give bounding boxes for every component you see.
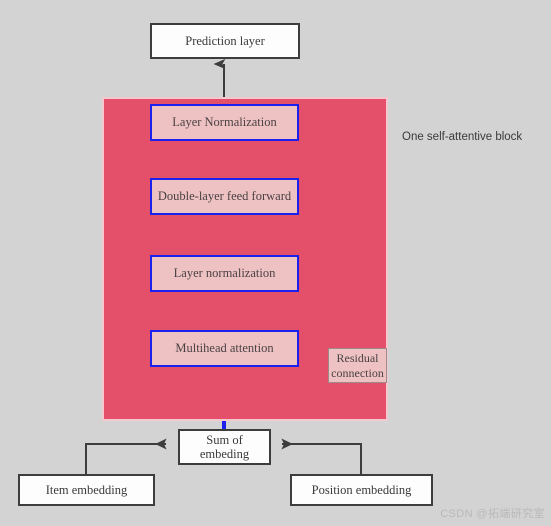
sum-of-embedding-line-1: Sum of <box>206 432 243 447</box>
node-double-layer-feed-forward[interactable]: Double-layer feed forward <box>150 178 299 215</box>
node-multihead-attention[interactable]: Multihead attention <box>150 330 299 367</box>
node-multihead-attention-label: Multihead attention <box>175 341 274 356</box>
edge-position-embedding-to-sum <box>281 438 362 474</box>
watermark: CSDN @拓端研究室 <box>440 508 545 520</box>
residual-connection-line-1: Residual <box>336 350 379 365</box>
node-double-layer-feed-forward-label: Double-layer feed forward <box>157 189 292 204</box>
node-position-embedding[interactable]: Position embedding <box>290 474 433 506</box>
edge-item-embedding-to-sum <box>85 438 167 474</box>
node-prediction-layer-label: Prediction layer <box>185 33 265 48</box>
node-item-embedding-label: Item embedding <box>45 482 128 497</box>
node-residual-connection-caption: Residual connection <box>328 348 387 383</box>
node-position-embedding-label: Position embedding <box>311 482 412 497</box>
node-sum-of-embedding[interactable]: Sum of embeding <box>178 429 271 465</box>
self-attentive-block-label: One self-attentive block <box>402 131 523 143</box>
residual-connection-line-2: connection <box>331 365 384 380</box>
node-layer-normalization-mid-label: Layer normalization <box>173 266 276 281</box>
node-layer-normalization-top-label: Layer Normalization <box>172 115 277 130</box>
node-prediction-layer[interactable]: Prediction layer <box>150 23 300 59</box>
sum-of-embedding-line-2: embeding <box>199 447 250 461</box>
node-item-embedding[interactable]: Item embedding <box>18 474 155 506</box>
node-layer-normalization-top[interactable]: Layer Normalization <box>150 104 299 141</box>
node-layer-normalization-mid[interactable]: Layer normalization <box>150 255 299 292</box>
